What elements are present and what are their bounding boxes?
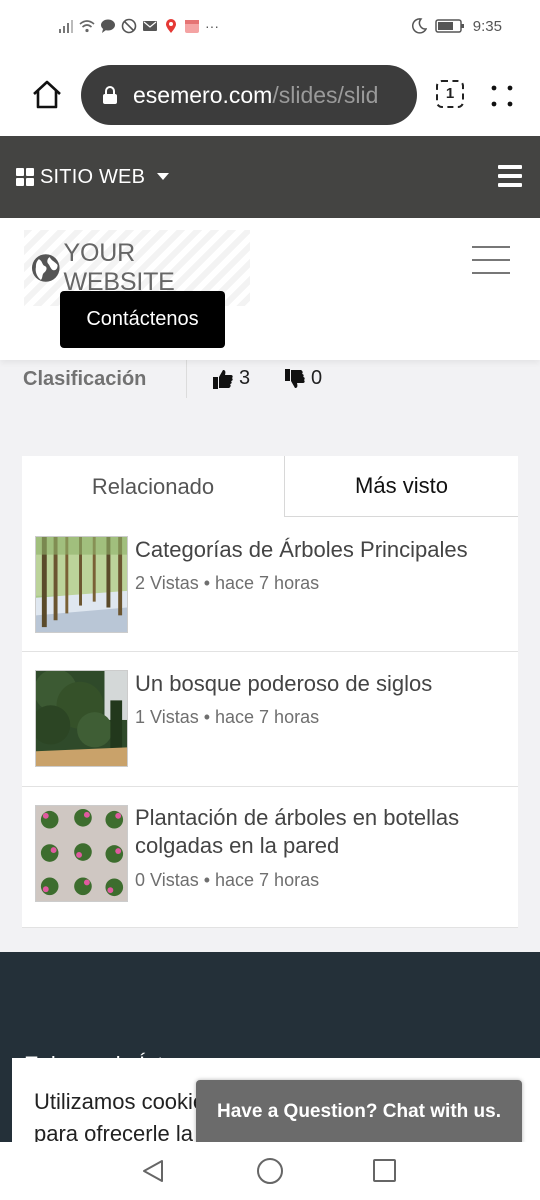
url-path: /slides/slid bbox=[272, 81, 379, 108]
item-title[interactable]: Categorías de Árboles Principales bbox=[135, 536, 495, 564]
status-time: 9:35 bbox=[472, 17, 502, 35]
item-title[interactable]: Plantación de árboles en botellas colgad… bbox=[135, 804, 495, 860]
item-thumbnail[interactable] bbox=[35, 536, 128, 633]
item-thumbnail[interactable] bbox=[35, 805, 128, 902]
lock-icon bbox=[103, 86, 117, 104]
chat-button[interactable]: Have a Question? Chat with us. bbox=[196, 1080, 522, 1144]
tab-most-viewed[interactable]: Más visto bbox=[284, 456, 518, 517]
android-nav-bar bbox=[0, 1142, 540, 1200]
site-web-dropdown[interactable]: SITIO WEB bbox=[40, 166, 145, 189]
likes-count: 3 bbox=[239, 367, 251, 389]
location-icon bbox=[166, 19, 176, 33]
logo-text: YOUR WEBSITE bbox=[63, 239, 175, 296]
url-text: esemero.com/slides/slid bbox=[133, 82, 378, 109]
signal-icon bbox=[59, 20, 73, 33]
mail-icon bbox=[143, 21, 157, 31]
item-thumbnail[interactable] bbox=[35, 670, 128, 767]
globe-icon bbox=[31, 254, 60, 282]
status-left-icons: ··· bbox=[58, 18, 219, 34]
thumbs-up-icon[interactable] bbox=[212, 368, 234, 390]
browser-menu-icon[interactable] bbox=[490, 84, 514, 108]
recent-apps-icon[interactable] bbox=[373, 1159, 396, 1182]
site-top-nav: SITIO WEB bbox=[0, 136, 540, 218]
list-item[interactable]: Plantación de árboles en botellas colgad… bbox=[22, 787, 518, 928]
tab-related[interactable]: Relacionado bbox=[22, 456, 284, 517]
calendar-icon bbox=[185, 20, 199, 33]
back-icon[interactable] bbox=[140, 1158, 166, 1184]
wifi-icon bbox=[79, 20, 95, 33]
home-icon[interactable] bbox=[30, 78, 64, 112]
item-meta: 1 Vistas • hace 7 horas bbox=[135, 707, 320, 727]
item-meta: 0 Vistas • hace 7 horas bbox=[135, 870, 320, 890]
url-host: esemero.com bbox=[133, 81, 273, 108]
do-not-disturb-icon bbox=[121, 18, 137, 34]
chevron-down-icon[interactable] bbox=[157, 172, 170, 180]
top-menu-icon[interactable] bbox=[498, 165, 522, 187]
contact-button[interactable]: Contáctenos bbox=[60, 291, 225, 348]
browser-toolbar: esemero.com/slides/slid 1 bbox=[0, 52, 540, 136]
thumbs-down-icon[interactable] bbox=[284, 368, 306, 390]
chat-bubble-icon bbox=[101, 19, 115, 33]
battery-icon bbox=[435, 19, 464, 33]
dislikes-count: 0 bbox=[311, 367, 323, 389]
main-menu-icon[interactable] bbox=[472, 246, 510, 276]
address-bar[interactable]: esemero.com/slides/slid bbox=[81, 65, 417, 125]
grid-icon bbox=[16, 168, 34, 186]
rating-label: Clasificación bbox=[23, 367, 147, 390]
status-right: 9:35 bbox=[411, 18, 502, 35]
status-bar: ··· 9:35 bbox=[0, 0, 540, 52]
site-header: YOUR WEBSITE Contáctenos bbox=[0, 218, 540, 360]
rating-row: Clasificación 3 0 bbox=[0, 360, 540, 398]
moon-icon bbox=[411, 18, 427, 34]
item-meta: 2 Vistas • hace 7 horas bbox=[135, 573, 320, 593]
main-content: Clasificación 3 0 Relacionado Más visto bbox=[0, 360, 540, 952]
list-item[interactable]: Categorías de Árboles Principales 2 Vist… bbox=[22, 517, 518, 652]
more-icon: ··· bbox=[205, 18, 219, 34]
list-item[interactable]: Un bosque poderoso de siglos 1 Vistas • … bbox=[22, 652, 518, 787]
rating-divider bbox=[186, 360, 187, 398]
item-title[interactable]: Un bosque poderoso de siglos bbox=[135, 670, 495, 698]
related-card: Relacionado Más visto Categorías de Árbo… bbox=[22, 456, 518, 928]
tab-switcher-button[interactable]: 1 bbox=[436, 80, 464, 108]
home-nav-icon[interactable] bbox=[257, 1158, 283, 1184]
